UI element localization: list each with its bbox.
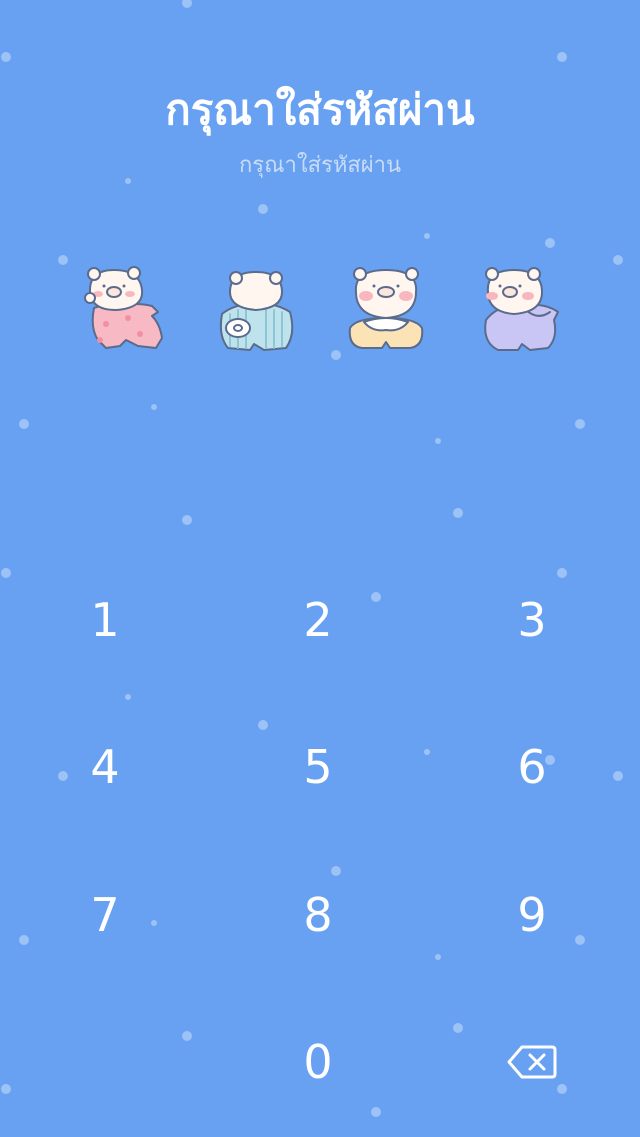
key-7-label: 7	[90, 888, 120, 942]
key-2-label: 2	[303, 593, 333, 647]
key-6[interactable]: 6	[462, 707, 602, 827]
key-5[interactable]: 5	[248, 707, 388, 827]
key-0-label: 0	[303, 1035, 333, 1089]
bear-pink-pajamas-icon	[84, 266, 163, 349]
key-8-label: 8	[303, 888, 333, 942]
page-title: กรุณาใส่รหัสผ่าน	[165, 85, 475, 134]
key-3-label: 3	[517, 593, 547, 647]
key-9[interactable]: 9	[462, 855, 602, 975]
key-3[interactable]: 3	[462, 560, 602, 680]
key-0[interactable]: 0	[248, 1002, 388, 1122]
passcode-slots	[0, 262, 640, 358]
passcode-slot-1	[76, 262, 172, 358]
key-1-label: 1	[90, 593, 120, 647]
key-4[interactable]: 4	[35, 707, 175, 827]
backspace-icon	[507, 1045, 557, 1079]
passcode-slot-4	[474, 262, 570, 358]
key-6-label: 6	[517, 740, 547, 794]
page-subtitle: กรุณาใส่รหัสผ่าน	[238, 153, 402, 178]
bear-blue-striped-icon	[219, 271, 294, 351]
key-8[interactable]: 8	[248, 855, 388, 975]
bear-lavender-icon	[484, 267, 559, 351]
key-4-label: 4	[90, 740, 120, 794]
key-1[interactable]: 1	[35, 560, 175, 680]
passcode-slot-3	[338, 262, 434, 358]
key-7[interactable]: 7	[35, 855, 175, 975]
key-5-label: 5	[303, 740, 333, 794]
key-9-label: 9	[517, 888, 547, 942]
numeric-keypad: 1 2 3 4 5 6 7 8 9 0	[0, 545, 640, 1137]
key-2[interactable]: 2	[248, 560, 388, 680]
passcode-slot-2	[208, 262, 304, 358]
bear-cream-icon	[348, 267, 424, 349]
backspace-button[interactable]	[462, 1002, 602, 1122]
